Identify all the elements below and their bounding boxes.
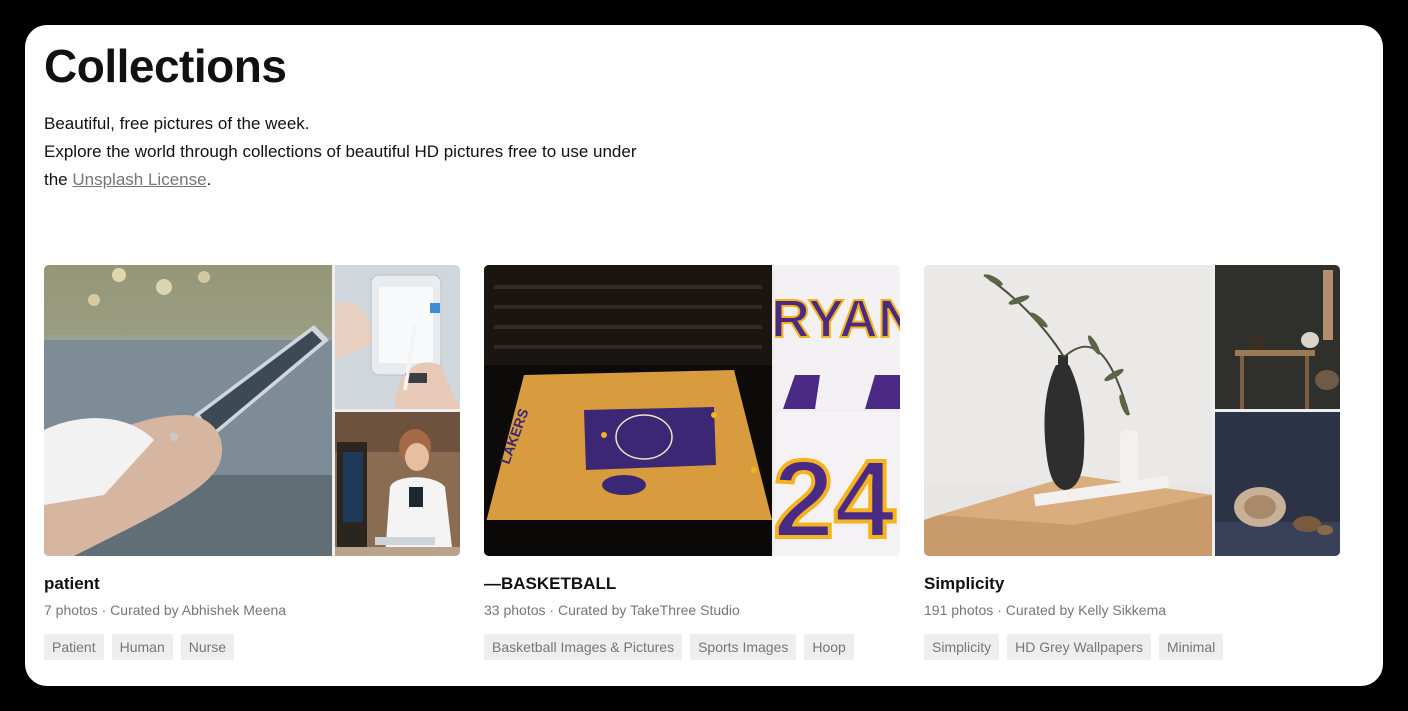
meta-separator: ·: [997, 602, 1002, 618]
curator-link[interactable]: Curated by Kelly Sikkema: [1006, 602, 1166, 618]
collections-panel: Collections Beautiful, free pictures of …: [25, 25, 1383, 686]
collection-title[interactable]: patient: [44, 574, 460, 594]
tag-simplicity[interactable]: Simplicity: [924, 634, 1000, 660]
tag-hoop[interactable]: Hoop: [804, 634, 854, 660]
collection-card-patient: patient 7 photos · Curated by Abhishek M…: [44, 265, 460, 660]
photo-count: 7 photos: [44, 602, 98, 618]
photo-count: 191 photos: [924, 602, 994, 618]
intro-line-3-prefix: the: [44, 170, 68, 189]
collection-card-basketball: LAKERS RYAN 24 —BASKETBALL 33 photos · C…: [484, 265, 900, 660]
tablet-stylus-photo[interactable]: [335, 265, 460, 409]
collection-title[interactable]: Simplicity: [924, 574, 1340, 594]
page-intro: Beautiful, free pictures of the week. Ex…: [44, 110, 704, 194]
intro-line-1: Beautiful, free pictures of the week.: [44, 114, 310, 133]
vase-olive-branch-photo[interactable]: [924, 265, 1212, 556]
collection-title[interactable]: —BASKETBALL: [484, 574, 900, 594]
tag-list: Patient Human Nurse: [44, 634, 460, 660]
curator-link[interactable]: Curated by Abhishek Meena: [110, 602, 286, 618]
tag-patient[interactable]: Patient: [44, 634, 104, 660]
collection-card-simplicity: Simplicity 191 photos · Curated by Kelly…: [924, 265, 1340, 660]
collection-meta: 191 photos · Curated by Kelly Sikkema: [924, 602, 1340, 618]
doctor-nurse-photo[interactable]: [335, 412, 460, 556]
lakers-arena-photo[interactable]: LAKERS: [484, 265, 772, 556]
tag-minimal[interactable]: Minimal: [1158, 634, 1224, 660]
collection-mosaic[interactable]: [924, 265, 1340, 556]
tag-basketball-images[interactable]: Basketball Images & Pictures: [484, 634, 683, 660]
tag-list: Simplicity HD Grey Wallpapers Minimal: [924, 634, 1340, 660]
intro-line-3: the Unsplash License.: [44, 166, 704, 194]
collection-meta: 7 photos · Curated by Abhishek Meena: [44, 602, 460, 618]
intro-line-3-suffix: .: [206, 170, 212, 189]
intro-line-2: Explore the world through collections of…: [44, 142, 637, 161]
meta-separator: ·: [549, 602, 555, 618]
wooden-bowls-photo[interactable]: [1215, 412, 1340, 556]
collection-meta: 33 photos · Curated by TakeThree Studio: [484, 602, 900, 618]
jersey-24-photo[interactable]: 24: [775, 412, 900, 556]
tag-human[interactable]: Human: [111, 634, 173, 660]
photo-count: 33 photos: [484, 602, 546, 618]
jersey-number-text: 24: [775, 438, 895, 556]
curator-link[interactable]: Curated by TakeThree Studio: [558, 602, 740, 618]
collection-mosaic[interactable]: [44, 265, 460, 556]
collection-mosaic[interactable]: LAKERS RYAN 24: [484, 265, 900, 556]
unsplash-license-link[interactable]: Unsplash License: [72, 170, 206, 189]
jersey-name-text: RYAN: [775, 289, 900, 349]
tag-sports-images[interactable]: Sports Images: [690, 634, 797, 660]
tablet-hands-photo[interactable]: [44, 265, 332, 556]
page-title: Collections: [44, 40, 287, 92]
dark-kitchen-photo[interactable]: [1215, 265, 1340, 409]
bryant-jersey-photo[interactable]: RYAN: [775, 265, 900, 409]
tag-list: Basketball Images & Pictures Sports Imag…: [484, 634, 900, 660]
tag-nurse[interactable]: Nurse: [180, 634, 235, 660]
meta-separator: ·: [101, 602, 107, 618]
tag-hd-grey-wallpapers[interactable]: HD Grey Wallpapers: [1007, 634, 1151, 660]
